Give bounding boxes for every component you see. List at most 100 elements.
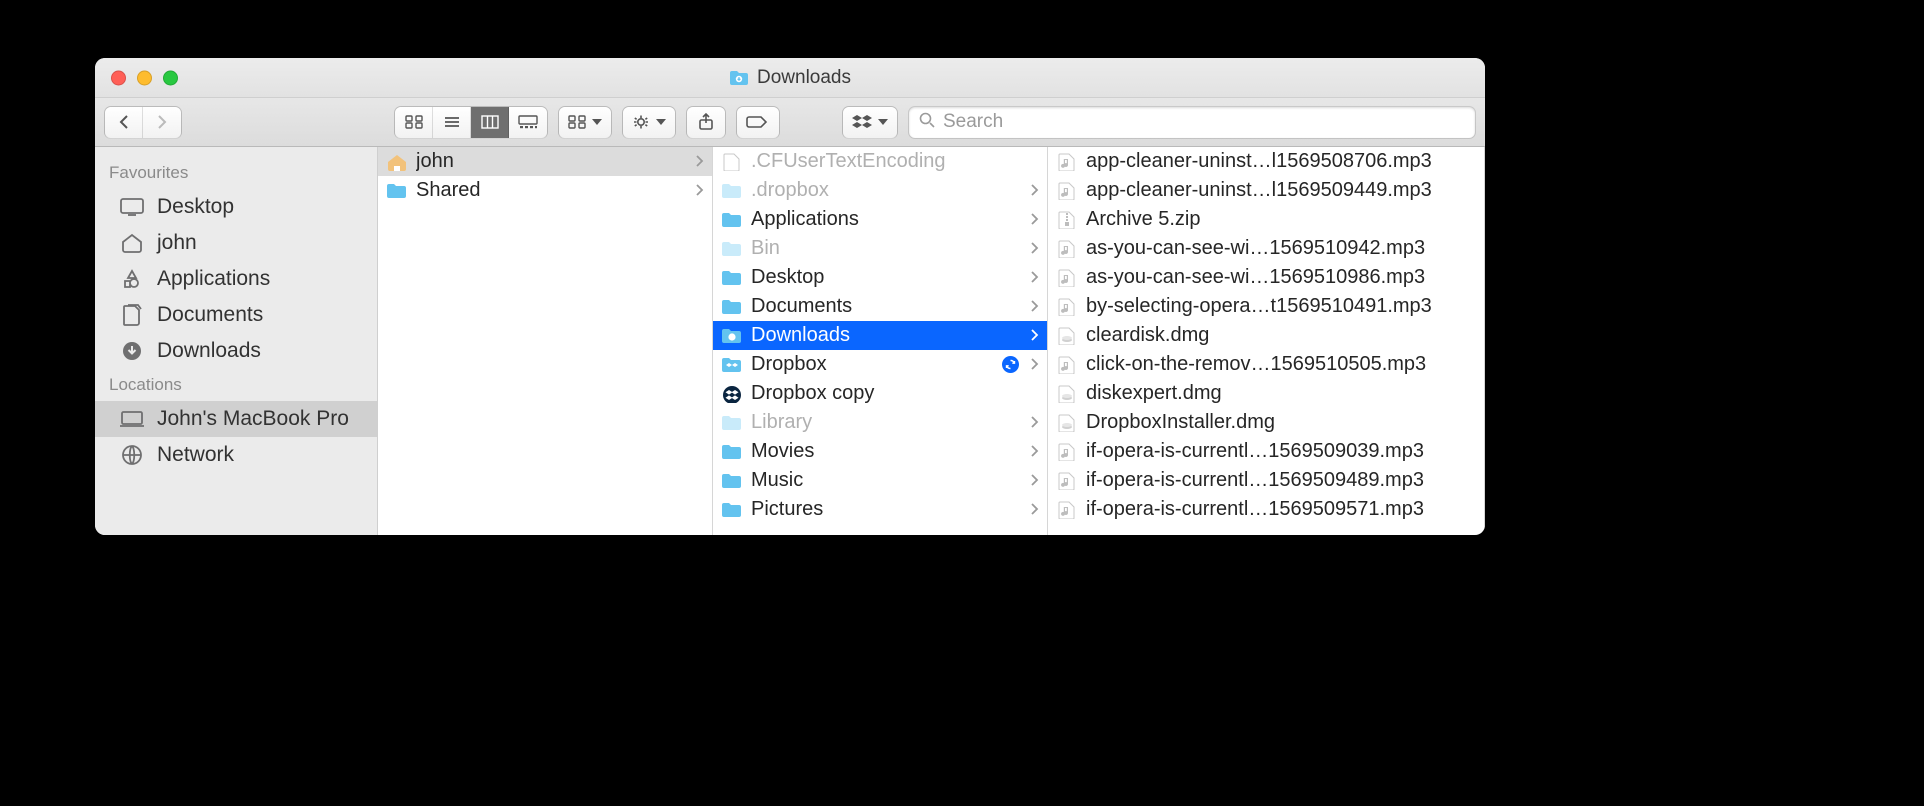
list-item[interactable]: app-cleaner-uninst…l1569508706.mp3	[1048, 147, 1484, 176]
dmg-icon	[1056, 325, 1078, 347]
item-label: Bin	[751, 237, 1023, 260]
item-label: DropboxInstaller.dmg	[1086, 411, 1476, 434]
group-by-button[interactable]	[559, 107, 611, 138]
list-item[interactable]: Archive 5.zip	[1048, 205, 1484, 234]
list-item[interactable]: by-selecting-opera…t1569510491.mp3	[1048, 292, 1484, 321]
list-item[interactable]: DropboxInstaller.dmg	[1048, 408, 1484, 437]
list-item[interactable]: if-opera-is-currentl…1569509489.mp3	[1048, 466, 1484, 495]
list-item[interactable]: if-opera-is-currentl…1569509039.mp3	[1048, 437, 1484, 466]
list-view-button[interactable]	[433, 107, 471, 138]
list-item[interactable]: Dropbox	[713, 350, 1047, 379]
item-label: if-opera-is-currentl…1569509571.mp3	[1086, 498, 1476, 521]
list-item[interactable]: Desktop	[713, 263, 1047, 292]
search-input[interactable]	[943, 111, 1465, 133]
action-button-group	[623, 107, 675, 138]
list-item[interactable]: diskexpert.dmg	[1048, 379, 1484, 408]
sidebar-item-label: Documents	[157, 303, 263, 327]
item-label: by-selecting-opera…t1569510491.mp3	[1086, 295, 1476, 318]
column-3: app-cleaner-uninst…l1569508706.mp3 app-cl…	[1048, 147, 1485, 535]
list-item[interactable]: .dropbox	[713, 176, 1047, 205]
column-view: john Shared .CFUserTextEncoding.dropbox Ap…	[378, 147, 1485, 535]
search-field[interactable]	[909, 107, 1475, 138]
sidebar-item-desktop[interactable]: Desktop	[95, 189, 377, 225]
forward-button[interactable]	[143, 107, 181, 138]
list-item[interactable]: if-opera-is-currentl…1569509571.mp3	[1048, 495, 1484, 524]
chevron-right-icon	[1031, 498, 1039, 521]
finder-body: FavouritesDesktopjohnApplicationsDocumen…	[95, 147, 1485, 535]
chevron-down-icon	[592, 119, 602, 125]
list-item[interactable]: Music	[713, 466, 1047, 495]
item-label: Dropbox copy	[751, 382, 1039, 405]
sidebar-item-john-s-macbook-pro[interactable]: John's MacBook Pro	[95, 401, 377, 437]
folder-icon	[386, 180, 408, 202]
folder-dl-icon	[721, 325, 743, 347]
finder-window: Downloads	[95, 58, 1485, 535]
sidebar-item-network[interactable]: Network	[95, 437, 377, 473]
list-item[interactable]: Library	[713, 408, 1047, 437]
chevron-right-icon	[1031, 237, 1039, 260]
icon-view-button[interactable]	[395, 107, 433, 138]
folder-dropbox-icon	[721, 354, 743, 376]
share-button[interactable]	[687, 107, 725, 138]
chevron-right-icon	[696, 150, 704, 173]
sidebar-item-john[interactable]: john	[95, 225, 377, 261]
audio-icon	[1056, 499, 1078, 521]
list-item[interactable]: as-you-can-see-wi…1569510942.mp3	[1048, 234, 1484, 263]
list-item[interactable]: Pictures	[713, 495, 1047, 524]
folder-hidden-icon	[721, 412, 743, 434]
chevron-right-icon	[1031, 440, 1039, 463]
zoom-window-button[interactable]	[163, 70, 178, 85]
sidebar-item-label: Downloads	[157, 339, 261, 363]
folder-hidden-icon	[721, 180, 743, 202]
action-button[interactable]	[623, 107, 675, 138]
tags-button[interactable]	[737, 107, 779, 138]
blankfile-icon	[721, 151, 743, 173]
tags-button-group	[737, 107, 779, 138]
sidebar: FavouritesDesktopjohnApplicationsDocumen…	[95, 147, 378, 535]
docs-icon	[119, 304, 145, 326]
apps-icon	[119, 269, 145, 289]
sidebar-item-applications[interactable]: Applications	[95, 261, 377, 297]
list-item[interactable]: .CFUserTextEncoding	[713, 147, 1047, 176]
audio-icon	[1056, 296, 1078, 318]
item-label: Pictures	[751, 498, 1023, 521]
sidebar-item-label: Network	[157, 443, 234, 467]
column-view-button[interactable]	[471, 107, 509, 138]
home-icon	[119, 233, 145, 253]
sidebar-item-documents[interactable]: Documents	[95, 297, 377, 333]
item-label: app-cleaner-uninst…l1569509449.mp3	[1086, 179, 1476, 202]
minimize-window-button[interactable]	[137, 70, 152, 85]
titlebar: Downloads	[95, 58, 1485, 98]
dropbox-button-group	[843, 107, 897, 138]
list-item[interactable]: click-on-the-remov…1569510505.mp3	[1048, 350, 1484, 379]
window-title-text: Downloads	[757, 67, 851, 89]
dropbox-toolbar-button[interactable]	[843, 107, 897, 138]
list-item[interactable]: as-you-can-see-wi…1569510986.mp3	[1048, 263, 1484, 292]
list-item[interactable]: Shared	[378, 176, 712, 205]
list-item[interactable]: app-cleaner-uninst…l1569509449.mp3	[1048, 176, 1484, 205]
list-item[interactable]: Dropbox copy	[713, 379, 1047, 408]
list-item[interactable]: cleardisk.dmg	[1048, 321, 1484, 350]
chevron-right-icon	[696, 179, 704, 202]
share-button-group	[687, 107, 725, 138]
item-label: if-opera-is-currentl…1569509489.mp3	[1086, 469, 1476, 492]
zip-icon	[1056, 209, 1078, 231]
list-item[interactable]: john	[378, 147, 712, 176]
item-label: Applications	[751, 208, 1023, 231]
chevron-right-icon	[1031, 411, 1039, 434]
item-label: Downloads	[751, 324, 1023, 347]
item-label: Shared	[416, 179, 688, 202]
list-item[interactable]: Documents	[713, 292, 1047, 321]
item-label: Documents	[751, 295, 1023, 318]
list-item[interactable]: Movies	[713, 437, 1047, 466]
gallery-view-button[interactable]	[509, 107, 547, 138]
close-window-button[interactable]	[111, 70, 126, 85]
list-item[interactable]: Bin	[713, 234, 1047, 263]
chevron-right-icon	[1031, 295, 1039, 318]
back-button[interactable]	[105, 107, 143, 138]
audio-icon	[1056, 267, 1078, 289]
list-item[interactable]: Downloads	[713, 321, 1047, 350]
folder-icon	[721, 209, 743, 231]
sidebar-item-downloads[interactable]: Downloads	[95, 333, 377, 369]
list-item[interactable]: Applications	[713, 205, 1047, 234]
